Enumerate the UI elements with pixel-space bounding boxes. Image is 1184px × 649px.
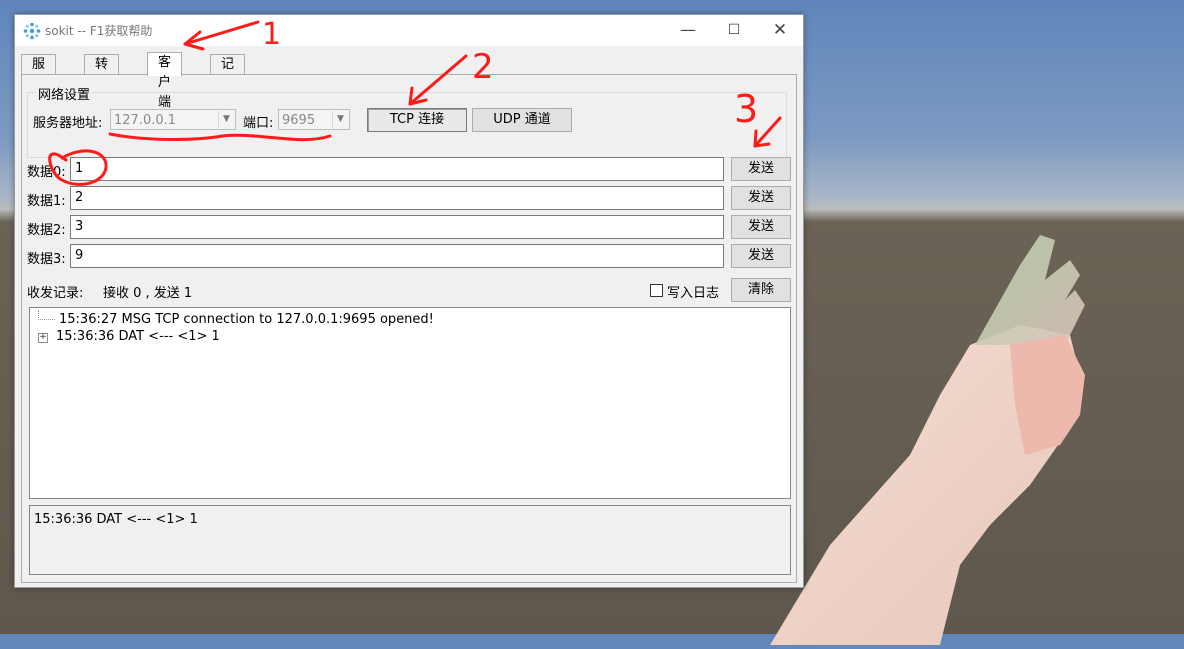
chevron-down-icon[interactable]: ▼ <box>218 111 234 128</box>
send-2-button[interactable]: 发送 <box>731 215 791 239</box>
data-2-label: 数据2: <box>27 223 66 238</box>
tab-client[interactable]: 客户端 <box>147 52 183 110</box>
close-button[interactable]: ✕ <box>757 15 803 46</box>
server-address-value: 127.0.0.1 <box>114 113 177 128</box>
server-address-combo[interactable]: 127.0.0.1 ▼ <box>110 109 236 130</box>
network-settings-title: 网络设置 <box>36 84 93 103</box>
udp-channel-button[interactable]: UDP 通道 <box>472 108 572 132</box>
server-address-label: 服务器地址: <box>33 116 103 131</box>
log-entry-text: 15:36:27 MSG TCP connection to 127.0.0.1… <box>59 312 434 327</box>
log-tree-list[interactable]: 15:36:27 MSG TCP connection to 127.0.0.1… <box>29 307 791 499</box>
port-combo[interactable]: 9695 ▼ <box>278 109 350 130</box>
data-1-label: 数据1: <box>27 194 66 209</box>
data-3-input[interactable]: 9 <box>70 244 724 268</box>
maximize-button[interactable]: ☐ <box>711 15 757 46</box>
tcp-connect-button[interactable]: TCP 连接 <box>367 108 467 132</box>
log-detail-box[interactable]: 15:36:36 DAT <--- <1> 1 <box>29 505 791 575</box>
tab-forwarder[interactable]: 转发器 <box>84 54 120 112</box>
data-2-input[interactable]: 3 <box>70 215 724 239</box>
log-entry[interactable]: 15:36:27 MSG TCP connection to 127.0.0.1… <box>38 310 434 328</box>
chevron-down-icon[interactable]: ▼ <box>332 111 348 128</box>
data-0-input[interactable]: 1 <box>70 157 724 181</box>
data-1-input[interactable]: 2 <box>70 186 724 210</box>
tree-line-icon <box>38 310 55 320</box>
log-entry-text: 15:36:36 DAT <--- <1> 1 <box>56 329 220 344</box>
sokit-window: sokit -- F1获取帮助 — ☐ ✕ 服务器 转发器 客户端 记事板 网络… <box>14 14 804 588</box>
log-record-label: 收发记录: <box>27 286 84 301</box>
port-value: 9695 <box>282 113 316 128</box>
hand-3d-model <box>770 225 1184 645</box>
clear-button[interactable]: 清除 <box>731 278 791 302</box>
log-stats: 接收 0 , 发送 1 <box>103 286 193 301</box>
minimize-button[interactable]: — <box>665 15 711 46</box>
expand-plus-icon[interactable]: + <box>38 333 48 343</box>
tab-notepad[interactable]: 记事板 <box>210 54 246 112</box>
write-log-checkbox[interactable] <box>650 284 663 297</box>
log-detail-text: 15:36:36 DAT <--- <1> 1 <box>34 512 198 527</box>
send-1-button[interactable]: 发送 <box>731 186 791 210</box>
sokit-app-icon <box>23 22 41 40</box>
send-0-button[interactable]: 发送 <box>731 157 791 181</box>
write-log-label: 写入日志 <box>667 286 720 301</box>
tab-server[interactable]: 服务器 <box>21 54 57 112</box>
title-bar[interactable]: sokit -- F1获取帮助 — ☐ ✕ <box>15 15 803 46</box>
send-3-button[interactable]: 发送 <box>731 244 791 268</box>
port-label: 端口: <box>243 116 274 131</box>
data-0-label: 数据0: <box>27 165 66 180</box>
window-title: sokit -- F1获取帮助 <box>45 24 153 38</box>
data-3-label: 数据3: <box>27 252 66 267</box>
log-entry[interactable]: +15:36:36 DAT <--- <1> 1 <box>38 328 220 346</box>
